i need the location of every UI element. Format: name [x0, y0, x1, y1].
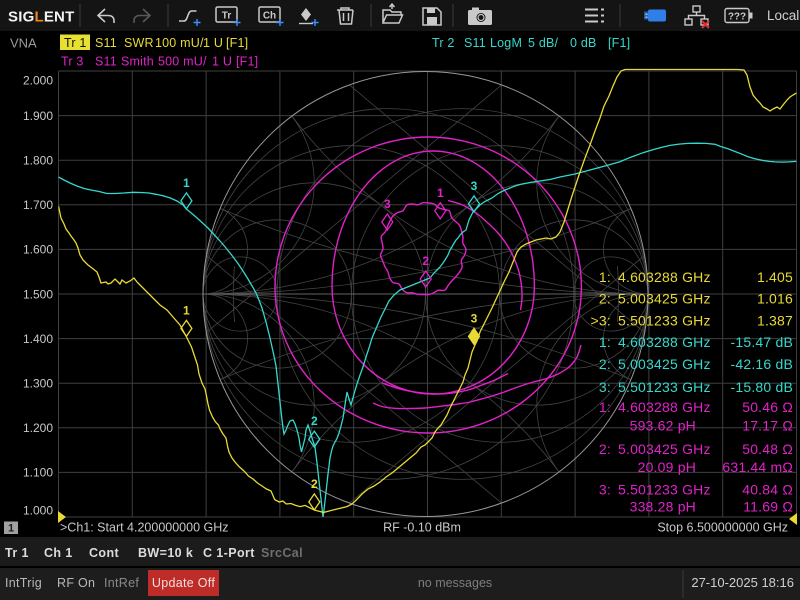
svg-text:2.000: 2.000	[23, 73, 53, 87]
svg-text:1.387: 1.387	[757, 313, 793, 329]
svg-text:2: 2	[311, 414, 318, 428]
svg-text:C 1-Port: C 1-Port	[203, 546, 255, 560]
svg-text:2: 2	[311, 477, 318, 491]
svg-text:11.69 Ω: 11.69 Ω	[743, 499, 793, 515]
svg-text:[F1]: [F1]	[608, 36, 630, 50]
svg-text:1.200: 1.200	[23, 421, 53, 435]
svg-text:[F1]: [F1]	[236, 55, 258, 69]
svg-text:1: 1	[183, 303, 190, 317]
svg-text:593.62 pH: 593.62 pH	[630, 418, 696, 434]
svg-text:5.501233 GHz: 5.501233 GHz	[618, 482, 711, 498]
svg-text:LogM: LogM	[490, 36, 522, 50]
svg-text:Ch: Ch	[263, 11, 276, 22]
svg-text:3: 3	[384, 197, 391, 211]
svg-text:50.46 Ω: 50.46 Ω	[742, 399, 793, 415]
svg-text:SrcCal: SrcCal	[261, 546, 303, 560]
svg-text:VNA: VNA	[10, 36, 37, 51]
svg-text:40.84 Ω: 40.84 Ω	[742, 482, 793, 498]
svg-text:1:: 1:	[599, 334, 611, 350]
svg-text:SWR: SWR	[124, 36, 154, 50]
svg-text:no messages: no messages	[418, 576, 492, 590]
svg-text:1.016: 1.016	[757, 291, 793, 307]
svg-text:4.603288 GHz: 4.603288 GHz	[618, 399, 711, 415]
svg-text:50.48 Ω: 50.48 Ω	[742, 441, 793, 457]
svg-text:Local: Local	[767, 8, 799, 23]
svg-text:5 dB/: 5 dB/	[528, 36, 559, 50]
svg-text:1.900: 1.900	[23, 109, 53, 123]
svg-text:0 dB: 0 dB	[570, 36, 597, 50]
svg-text:1.400: 1.400	[23, 332, 53, 346]
svg-text:Tr 2: Tr 2	[432, 36, 455, 50]
svg-text:BW=10 k: BW=10 k	[138, 546, 193, 560]
svg-text:S11: S11	[95, 36, 117, 50]
svg-text:3: 3	[471, 179, 478, 193]
svg-text:1.600: 1.600	[23, 243, 53, 257]
svg-text:5.003425 GHz: 5.003425 GHz	[618, 356, 711, 372]
svg-text:27-10-2025 18:16: 27-10-2025 18:16	[691, 575, 794, 590]
svg-text:5.501233 GHz: 5.501233 GHz	[618, 313, 711, 329]
svg-text:5.003425 GHz: 5.003425 GHz	[618, 441, 711, 457]
svg-text:Update Off: Update Off	[152, 576, 215, 590]
svg-text:1 U: 1 U	[203, 36, 223, 50]
svg-text:631.44 mΩ: 631.44 mΩ	[722, 459, 793, 475]
svg-text:Tr: Tr	[222, 11, 232, 22]
svg-text:1.500: 1.500	[23, 287, 53, 301]
svg-text:IntTrig: IntTrig	[5, 576, 42, 590]
svg-text:Tr 1: Tr 1	[64, 36, 87, 50]
svg-text:1.000: 1.000	[23, 503, 53, 517]
svg-text:5.003425 GHz: 5.003425 GHz	[618, 291, 711, 307]
svg-text:3: 3	[471, 311, 478, 325]
svg-text:1:: 1:	[599, 399, 611, 415]
svg-text:>Ch1: Start 4.200000000 GHz: >Ch1: Start 4.200000000 GHz	[60, 521, 229, 535]
svg-text:1.300: 1.300	[23, 377, 53, 391]
svg-text:2: 2	[422, 254, 429, 268]
svg-text:1: 1	[8, 523, 14, 535]
svg-text:2:: 2:	[599, 356, 611, 372]
svg-text:500 mU/: 500 mU/	[158, 55, 207, 69]
svg-text:3:: 3:	[599, 379, 611, 395]
svg-text:1:: 1:	[599, 269, 611, 285]
svg-text:RF -0.10 dBm: RF -0.10 dBm	[383, 521, 461, 535]
svg-text:1.800: 1.800	[23, 154, 53, 168]
svg-text:IntRef: IntRef	[104, 576, 139, 590]
svg-text:1: 1	[437, 186, 444, 200]
svg-text:2:: 2:	[599, 441, 611, 457]
svg-text:???: ???	[728, 12, 746, 23]
svg-text:100 mU/: 100 mU/	[155, 36, 204, 50]
svg-text:Cont: Cont	[89, 546, 119, 560]
svg-text:S11: S11	[95, 55, 117, 69]
svg-text:-15.47 dB: -15.47 dB	[730, 334, 793, 350]
svg-text:1 U: 1 U	[212, 55, 232, 69]
svg-text:1.700: 1.700	[23, 198, 53, 212]
svg-text:>3:: >3:	[591, 313, 611, 329]
svg-text:338.28 pH: 338.28 pH	[630, 499, 696, 515]
svg-text:2:: 2:	[599, 291, 611, 307]
svg-text:20.09 pH: 20.09 pH	[638, 459, 696, 475]
svg-text:SIGLENT: SIGLENT	[8, 9, 74, 26]
svg-text:Ch 1: Ch 1	[44, 546, 73, 560]
svg-text:Smith: Smith	[121, 55, 154, 69]
svg-text:Tr 1: Tr 1	[5, 546, 29, 560]
svg-text:1: 1	[183, 176, 190, 190]
svg-text:1.100: 1.100	[23, 466, 53, 480]
svg-text:Tr 3: Tr 3	[61, 55, 84, 69]
svg-text:Stop 6.500000000 GHz: Stop 6.500000000 GHz	[657, 521, 788, 535]
svg-text:1.405: 1.405	[757, 269, 793, 285]
svg-text:4.603288 GHz: 4.603288 GHz	[618, 334, 711, 350]
svg-text:5.501233 GHz: 5.501233 GHz	[618, 379, 711, 395]
svg-text:4.603288 GHz: 4.603288 GHz	[618, 269, 711, 285]
svg-text:[F1]: [F1]	[226, 36, 248, 50]
svg-text:17.17 Ω: 17.17 Ω	[742, 418, 793, 434]
svg-text:-15.80 dB: -15.80 dB	[730, 379, 793, 395]
svg-text:3:: 3:	[599, 482, 611, 498]
svg-text:-42.16 dB: -42.16 dB	[730, 356, 793, 372]
svg-text:S11: S11	[464, 36, 486, 50]
svg-text:RF On: RF On	[57, 576, 95, 590]
